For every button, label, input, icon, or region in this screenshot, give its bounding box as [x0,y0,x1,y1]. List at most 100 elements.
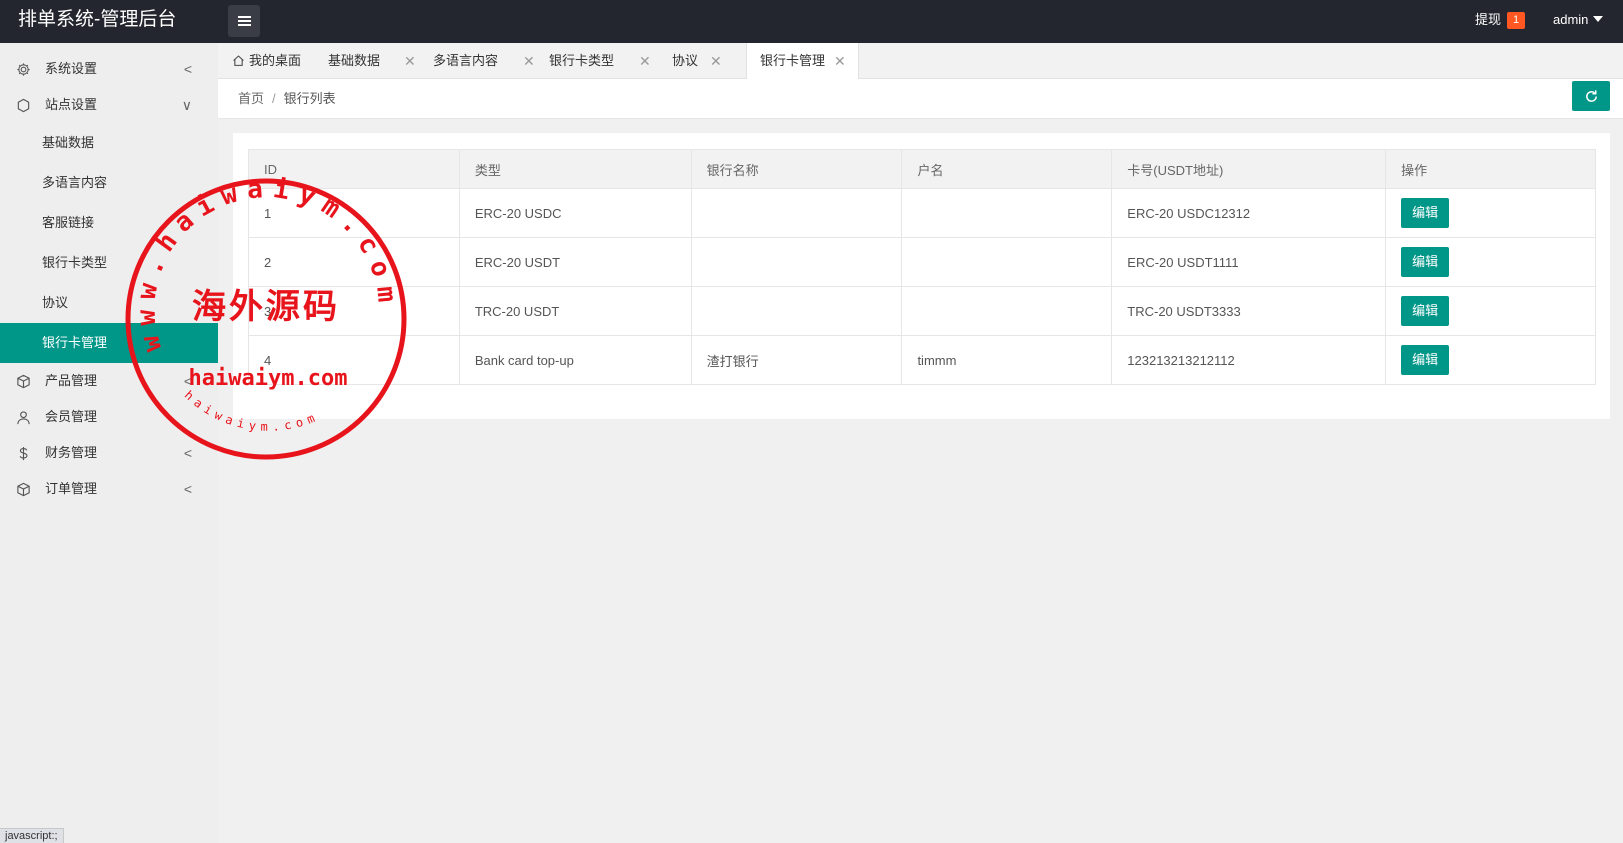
cell-name [901,286,1113,336]
sidebar-item-label: 产品管理 [45,373,98,388]
status-bar-link-hint: javascript:; [0,828,64,843]
sidebar-item-site-settings[interactable]: 站点设置 ∨ [0,87,218,123]
chevron-down-icon: ∨ [181,97,192,113]
edit-button[interactable]: 编辑 [1401,296,1450,326]
user-name: admin [1553,12,1589,27]
user-menu[interactable]: admin [1553,0,1604,43]
column-header-id: ID [248,149,460,189]
close-icon[interactable]: ✕ [404,43,416,79]
tab-basic-data[interactable]: 基础数据 ✕ [328,43,420,79]
breadcrumb-home[interactable]: 首页 [238,91,264,106]
sidebar-item-products[interactable]: 产品管理 < [0,363,218,399]
cell-name: timmm [901,335,1113,385]
caret-down-icon [1593,15,1604,22]
cell-type: ERC-20 USDT [458,237,692,287]
bank-list-card: ID 类型 银行名称 户名 卡号(USDT地址) 操作 1 ERC-20 USD… [233,133,1610,419]
breadcrumb: 首页 / 银行列表 [238,79,336,119]
sidebar-item-finance[interactable]: 财务管理 < [0,435,218,471]
cell-bank [690,237,903,287]
cell-id: 3 [248,286,460,336]
cube-icon [17,482,30,497]
cell-action: 编辑 [1385,188,1596,238]
cell-name [901,188,1113,238]
cell-bank [690,188,903,238]
sidebar-item-label: 系统设置 [45,61,98,76]
gear-icon [17,63,30,76]
sidebar-subitem-bankcard-type[interactable]: 银行卡类型 [0,243,218,283]
withdraw-label: 提现 [1475,12,1502,27]
column-header-card-number: 卡号(USDT地址) [1111,149,1387,189]
close-icon[interactable]: ✕ [710,43,722,79]
refresh-button[interactable] [1572,81,1610,111]
menu-icon [237,16,251,26]
home-icon [233,55,244,66]
table-row: 4 Bank card top-up 渣打银行 timmm 1232132132… [248,335,1596,385]
cell-id: 2 [248,237,460,287]
chevron-left-icon: < [183,61,192,77]
close-icon[interactable]: ✕ [523,43,535,79]
close-icon[interactable]: ✕ [639,43,651,79]
tab-my-desktop[interactable]: 我的桌面 [232,43,301,79]
user-icon [17,411,30,425]
sidebar: 系统设置 < 站点设置 ∨ 基础数据 多语言内容 客服链接 银行卡类型 协议 银… [0,43,218,843]
shield-icon [17,98,30,113]
cell-card: ERC-20 USDC12312 [1111,188,1387,238]
close-icon[interactable]: ✕ [834,43,846,79]
app-title: 排单系统-管理后台 [18,9,177,30]
refresh-icon [1585,89,1597,102]
withdraw-count-badge: 1 [1507,12,1526,30]
sidebar-subitem-service-link[interactable]: 客服链接 [0,203,218,243]
cell-card: ERC-20 USDT1111 [1111,237,1387,287]
tab-agreement[interactable]: 协议 ✕ [672,43,742,79]
tab-bankcard-type[interactable]: 银行卡类型 ✕ [549,43,659,79]
sidebar-item-label: 订单管理 [45,481,98,496]
sidebar-item-label: 财务管理 [45,445,98,460]
tab-label: 协议 [672,53,699,68]
edit-button[interactable]: 编辑 [1401,198,1450,228]
tab-label: 多语言内容 [433,53,499,68]
edit-button[interactable]: 编辑 [1401,345,1450,375]
table-header-row: ID 类型 银行名称 户名 卡号(USDT地址) 操作 [248,149,1596,189]
sidebar-subitem-agreement[interactable]: 协议 [0,283,218,323]
sidebar-subitem-multilang[interactable]: 多语言内容 [0,163,218,203]
tab-bar: 我的桌面 基础数据 ✕ 多语言内容 ✕ 银行卡类型 ✕ 协议 ✕ 银行卡管理 ✕ [218,43,1623,80]
edit-button[interactable]: 编辑 [1401,247,1450,277]
cell-action: 编辑 [1385,335,1596,385]
sidebar-item-label: 站点设置 [45,97,98,112]
sidebar-item-members[interactable]: 会员管理 [0,399,218,435]
withdraw-notification[interactable]: 提现 1 [1475,0,1526,43]
tab-label: 基础数据 [328,53,381,68]
tab-bankcard-manage[interactable]: 银行卡管理 ✕ [746,43,859,80]
breadcrumb-bar: 首页 / 银行列表 [218,79,1623,119]
sidebar-subitem-basic-data[interactable]: 基础数据 [0,123,218,163]
cell-card: TRC-20 USDT3333 [1111,286,1387,336]
tab-multilang[interactable]: 多语言内容 ✕ [433,43,543,79]
cell-id: 1 [248,188,460,238]
breadcrumb-current: 银行列表 [283,91,336,106]
chevron-left-icon: < [183,373,192,389]
table-row: 2 ERC-20 USDT ERC-20 USDT1111 编辑 [248,237,1596,287]
chevron-left-icon: < [183,445,192,461]
column-header-account-name: 户名 [901,149,1113,189]
breadcrumb-separator: / [272,91,276,106]
cell-name [901,237,1113,287]
dollar-icon [19,446,28,461]
cell-type: TRC-20 USDT [458,286,692,336]
cell-type: Bank card top-up [458,335,692,385]
column-header-actions: 操作 [1385,149,1596,189]
tab-label: 银行卡管理 [760,53,826,68]
cell-action: 编辑 [1385,237,1596,287]
sidebar-item-system-settings[interactable]: 系统设置 < [0,51,218,87]
sidebar-item-label: 会员管理 [45,409,98,424]
sidebar-subitem-bankcard-manage[interactable]: 银行卡管理 [0,323,218,363]
tab-label: 银行卡类型 [549,53,615,68]
chevron-left-icon: < [183,481,192,497]
sidebar-item-orders[interactable]: 订单管理 < [0,471,218,507]
box-icon [17,374,30,389]
top-header: 排单系统-管理后台 提现 1 admin [0,0,1623,43]
bank-table: ID 类型 银行名称 户名 卡号(USDT地址) 操作 1 ERC-20 USD… [248,149,1596,385]
menu-toggle-button[interactable] [228,5,260,37]
cell-type: ERC-20 USDC [458,188,692,238]
cell-action: 编辑 [1385,286,1596,336]
cell-card: 123213213212112 [1111,335,1387,385]
